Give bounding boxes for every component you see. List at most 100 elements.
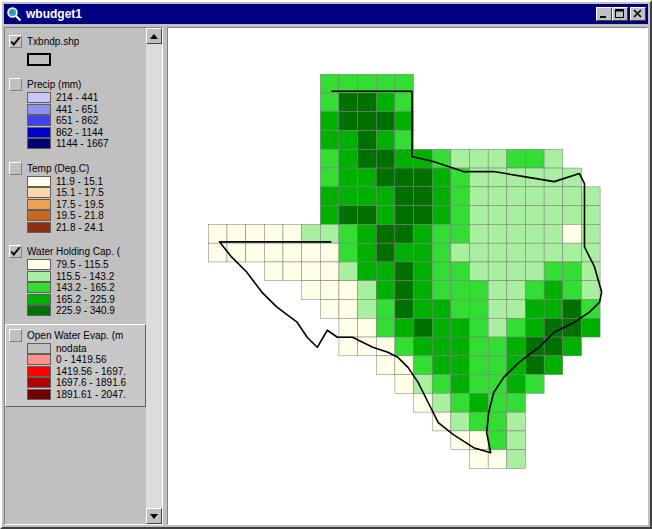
color-swatch: [27, 199, 51, 210]
grid-cell: [320, 206, 339, 225]
grid-cell: [376, 168, 395, 187]
class-label: 17.5 - 19.5: [56, 199, 104, 210]
grid-cell: [320, 187, 339, 206]
grid-cell: [507, 168, 526, 187]
grid-cell: [358, 281, 377, 300]
grid-cell: [227, 224, 246, 243]
grid-cell: [395, 281, 414, 300]
grid-cell: [395, 318, 414, 337]
grid-cell: [283, 262, 302, 281]
legend-item: 225.9 - 340.9: [9, 305, 142, 317]
visibility-checkbox[interactable]: [9, 329, 22, 342]
minimize-button[interactable]: [596, 7, 612, 21]
grid-cell: [414, 281, 433, 300]
legend-item: 115.5 - 143.2: [9, 271, 142, 283]
grid-cell: [507, 187, 526, 206]
grid-cell: [376, 337, 395, 356]
grid-cell: [414, 393, 433, 412]
grid-cell: [339, 93, 358, 112]
visibility-checkbox[interactable]: [9, 35, 22, 48]
grid-cell: [488, 262, 507, 281]
layer-name: Txbndp.shp: [27, 36, 79, 47]
grid-cell: [525, 318, 544, 337]
color-swatch: [27, 366, 51, 377]
legend-item: 1144 - 1667: [9, 138, 142, 150]
color-swatch: [27, 305, 51, 316]
up-arrow-icon: [150, 34, 158, 39]
grid-cell: [339, 281, 358, 300]
grid-cell: [395, 299, 414, 318]
grid-cell: [339, 243, 358, 262]
grid-cell: [395, 187, 414, 206]
legend-entry[interactable]: Precip (mm)214 - 441441 - 651651 - 86286…: [5, 73, 146, 157]
legend-entry[interactable]: Open Water Evap. (mnodata0 - 1419.561419…: [5, 324, 146, 408]
grid-cell: [432, 337, 451, 356]
grid-cell: [488, 318, 507, 337]
grid-cell: [376, 299, 395, 318]
grid-cell: [358, 262, 377, 281]
grid-cell: [563, 262, 582, 281]
grid-cell: [432, 281, 451, 300]
legend-entry[interactable]: Txbndp.shp: [5, 30, 146, 73]
grid-cell: [339, 187, 358, 206]
grid-cell: [507, 262, 526, 281]
scrollbar[interactable]: [146, 28, 162, 524]
grid-cell: [581, 281, 600, 300]
class-label: 165.2 - 225.9: [56, 294, 115, 305]
scroll-up-button[interactable]: [146, 28, 162, 44]
maximize-icon: [615, 9, 625, 19]
grid-cell: [339, 299, 358, 318]
class-label: 11.9 - 15.1: [56, 176, 103, 187]
grid-cell: [525, 356, 544, 375]
grid-cell: [395, 262, 414, 281]
grid-cell: [507, 243, 526, 262]
grid-cell: [395, 337, 414, 356]
grid-cell: [507, 299, 526, 318]
grid-cell: [414, 337, 433, 356]
map-view[interactable]: [167, 27, 648, 525]
window-title: wbudget1: [26, 7, 592, 21]
grid-cell: [581, 318, 600, 337]
grid-cell: [488, 281, 507, 300]
grid-cell: [488, 187, 507, 206]
class-label: 1891.61 - 2047.: [56, 389, 126, 400]
grid-cell: [470, 262, 489, 281]
legend-item: 862 - 1144: [9, 127, 142, 139]
grid-cell: [525, 224, 544, 243]
grid-cell: [264, 224, 283, 243]
grid-cell: [525, 206, 544, 225]
grid-cell: [283, 243, 302, 262]
grid-cell: [525, 243, 544, 262]
visibility-checkbox[interactable]: [9, 162, 22, 175]
grid-cell: [488, 412, 507, 431]
layer-name: Water Holding Cap. (: [27, 246, 120, 257]
grid-cell: [470, 224, 489, 243]
legend-item: 11.9 - 15.1: [9, 176, 142, 188]
legend-entry[interactable]: Temp (Deg.C)11.9 - 15.115.1 - 17.517.5 -…: [5, 157, 146, 241]
grid-cell: [264, 243, 283, 262]
class-label: 0 - 1419.56: [56, 354, 107, 365]
grid-cell: [451, 149, 470, 168]
grid-cell: [395, 112, 414, 131]
grid-cell: [525, 262, 544, 281]
grid-cell: [432, 168, 451, 187]
grid-cell: [339, 206, 358, 225]
title-bar[interactable]: wbudget1: [4, 4, 648, 24]
visibility-checkbox[interactable]: [9, 245, 22, 258]
grid-cell: [507, 224, 526, 243]
scroll-down-button[interactable]: [146, 508, 162, 524]
grid-cell: [376, 149, 395, 168]
grid-cell: [470, 356, 489, 375]
class-label: 1144 - 1667: [56, 138, 109, 149]
grid-cell: [376, 131, 395, 150]
class-label: 79.5 - 115.5: [56, 259, 109, 270]
maximize-button[interactable]: [612, 7, 628, 21]
grid-cell: [376, 318, 395, 337]
grid-cell: [358, 187, 377, 206]
close-button[interactable]: [630, 7, 646, 21]
grid-cell: [451, 243, 470, 262]
visibility-checkbox[interactable]: [9, 78, 22, 91]
legend-entry[interactable]: Water Holding Cap. ( 79.5 - 115.5115.5 - …: [5, 240, 146, 324]
color-swatch: [27, 222, 51, 233]
grid-cell: [507, 375, 526, 394]
